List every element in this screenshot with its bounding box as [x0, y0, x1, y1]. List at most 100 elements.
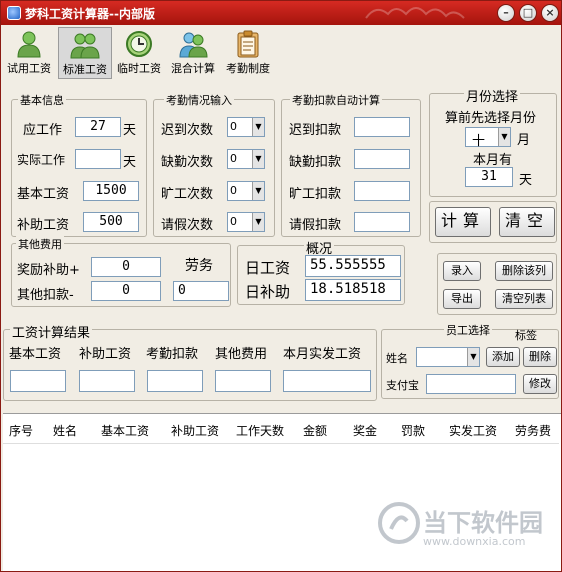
group-title: 考勤扣款自动计算 — [290, 92, 382, 108]
col-header: 姓名 — [53, 424, 78, 438]
result-net-output — [283, 370, 371, 392]
close-button[interactable]: × — [541, 4, 559, 22]
export-button[interactable]: 导出 — [443, 289, 481, 309]
chevron-down-icon: ▼ — [252, 182, 264, 200]
actual-work-input[interactable] — [75, 149, 121, 169]
bonus-input[interactable]: 0 — [91, 257, 161, 277]
enter-button[interactable]: 录入 — [443, 261, 481, 281]
result-label-net: 本月实发工资 — [283, 347, 362, 362]
tool-label: 考勤制度 — [226, 62, 270, 75]
user-icon — [17, 31, 41, 58]
delete-employee-button[interactable]: 删除 — [523, 347, 557, 367]
absent-deduct-label: 缺勤扣款 — [289, 155, 342, 170]
clipboard-icon — [237, 30, 259, 58]
late-deduct-input[interactable] — [354, 117, 410, 137]
days-label: 本月有 — [473, 153, 513, 168]
title-bar[interactable]: 梦科工资计算器--内部版 – □ × — [1, 1, 561, 25]
col-header: 工作天数 — [236, 424, 285, 438]
alipay-input[interactable] — [426, 374, 516, 394]
col-header: 序号 — [9, 424, 34, 438]
month-unit: 月 — [517, 133, 531, 148]
leave-count-label: 请假次数 — [161, 218, 214, 233]
bonus-label: 奖励补助+ — [17, 263, 80, 278]
due-work-label: 应工作 — [23, 123, 63, 138]
due-work-input[interactable]: 27 — [75, 117, 121, 137]
group-title: 考勤情况输入 — [164, 92, 234, 108]
absent-count-label: 缺勤次数 — [161, 155, 214, 170]
minimize-button[interactable]: – — [497, 4, 515, 22]
chevron-down-icon: ▼ — [252, 118, 264, 136]
delete-column-button[interactable]: 删除该列 — [495, 261, 553, 281]
clock-icon — [126, 31, 152, 57]
tag-label: 标签 — [515, 329, 537, 342]
truant-count-select[interactable]: 0 ▼ — [227, 181, 265, 201]
labor-input[interactable]: 0 — [173, 281, 229, 301]
col-header: 奖金 — [353, 424, 378, 438]
col-header: 金额 — [303, 424, 328, 438]
late-deduct-label: 迟到扣款 — [289, 123, 342, 138]
employee-name-label: 姓名 — [386, 352, 408, 365]
group-title: 基本信息 — [18, 92, 66, 108]
result-label-base: 基本工资 — [9, 347, 62, 362]
truant-count-label: 旷工次数 — [161, 187, 214, 202]
absent-count-select[interactable]: 0 ▼ — [227, 149, 265, 169]
group-title: 工资计算结果 — [10, 322, 93, 341]
subsidy-label: 补助工资 — [17, 218, 70, 233]
daily-salary-label: 日工资 — [245, 259, 291, 277]
employee-name-select[interactable]: ▼ — [416, 347, 480, 367]
col-header: 基本工资 — [101, 424, 150, 438]
subsidy-input[interactable]: 500 — [83, 212, 139, 232]
truant-deduct-input[interactable] — [354, 181, 410, 201]
calculate-button[interactable]: 计算 — [435, 207, 491, 237]
table-header: 序号 姓名 基本工资 补助工资 工作天数 金额 奖金 罚款 实发工资 劳务费 — [3, 414, 559, 444]
truant-deduct-label: 旷工扣款 — [289, 187, 342, 202]
watermark: 当下软件园 www.downxia.com — [377, 497, 547, 561]
daily-subsidy-output: 18.518518 — [305, 279, 401, 301]
group-title: 其他费用 — [16, 236, 64, 252]
late-count-select[interactable]: 0 ▼ — [227, 117, 265, 137]
downxia-logo-icon — [378, 502, 420, 544]
clear-list-button[interactable]: 清空列表 — [495, 289, 553, 309]
labor-label: 劳务 — [185, 258, 213, 274]
tool-mixed-calc[interactable]: 混合计算 — [167, 27, 219, 79]
base-salary-input[interactable]: 1500 — [83, 181, 139, 201]
col-header: 罚款 — [401, 424, 426, 438]
actual-work-label: 实际工作 — [17, 153, 66, 167]
month-select[interactable]: 十 ▼ — [465, 127, 511, 149]
tool-label: 标准工资 — [63, 63, 107, 76]
clear-button[interactable]: 清空 — [499, 207, 555, 237]
col-header: 补助工资 — [171, 424, 220, 438]
cloud-ornament-icon — [365, 7, 465, 19]
add-employee-button[interactable]: 添加 — [486, 347, 520, 367]
result-label-attendance: 考勤扣款 — [146, 347, 199, 362]
col-header: 劳务费 — [515, 424, 552, 438]
absent-deduct-input[interactable] — [354, 149, 410, 169]
result-attendance-output — [147, 370, 203, 392]
result-base-output — [10, 370, 66, 392]
tool-temp-salary[interactable]: 临时工资 — [113, 27, 165, 79]
other-deduct-input[interactable]: 0 — [91, 281, 161, 301]
result-subsidy-output — [79, 370, 135, 392]
tool-label: 混合计算 — [171, 62, 215, 75]
edit-employee-button[interactable]: 修改 — [523, 374, 557, 394]
days-input[interactable]: 31 — [465, 167, 513, 187]
other-deduct-label: 其他扣款- — [17, 288, 74, 303]
base-salary-label: 基本工资 — [17, 187, 70, 202]
month-hint: 算前先选择月份 — [445, 111, 537, 126]
chevron-down-icon: ▼ — [467, 348, 479, 366]
late-count-label: 迟到次数 — [161, 123, 214, 138]
records-table[interactable]: 序号 姓名 基本工资 补助工资 工作天数 金额 奖金 罚款 实发工资 劳务费 当… — [3, 413, 561, 571]
app-window: 梦科工资计算器--内部版 – □ × 试用工资 标准工资 临时工资 混合计算 考… — [0, 0, 562, 572]
tool-attendance-policy[interactable]: 考勤制度 — [221, 27, 275, 79]
chevron-down-icon: ▼ — [498, 128, 510, 146]
restore-button[interactable]: □ — [519, 4, 537, 22]
result-other-output — [215, 370, 271, 392]
leave-deduct-input[interactable] — [354, 212, 410, 232]
chevron-down-icon: ▼ — [252, 213, 264, 231]
users-icon — [70, 33, 100, 59]
tool-standard-salary[interactable]: 标准工资 — [58, 27, 112, 79]
result-label-subsidy: 补助工资 — [79, 347, 132, 362]
col-header: 实发工资 — [449, 424, 498, 438]
leave-count-select[interactable]: 0 ▼ — [227, 212, 265, 232]
tool-trial-salary[interactable]: 试用工资 — [3, 27, 55, 79]
